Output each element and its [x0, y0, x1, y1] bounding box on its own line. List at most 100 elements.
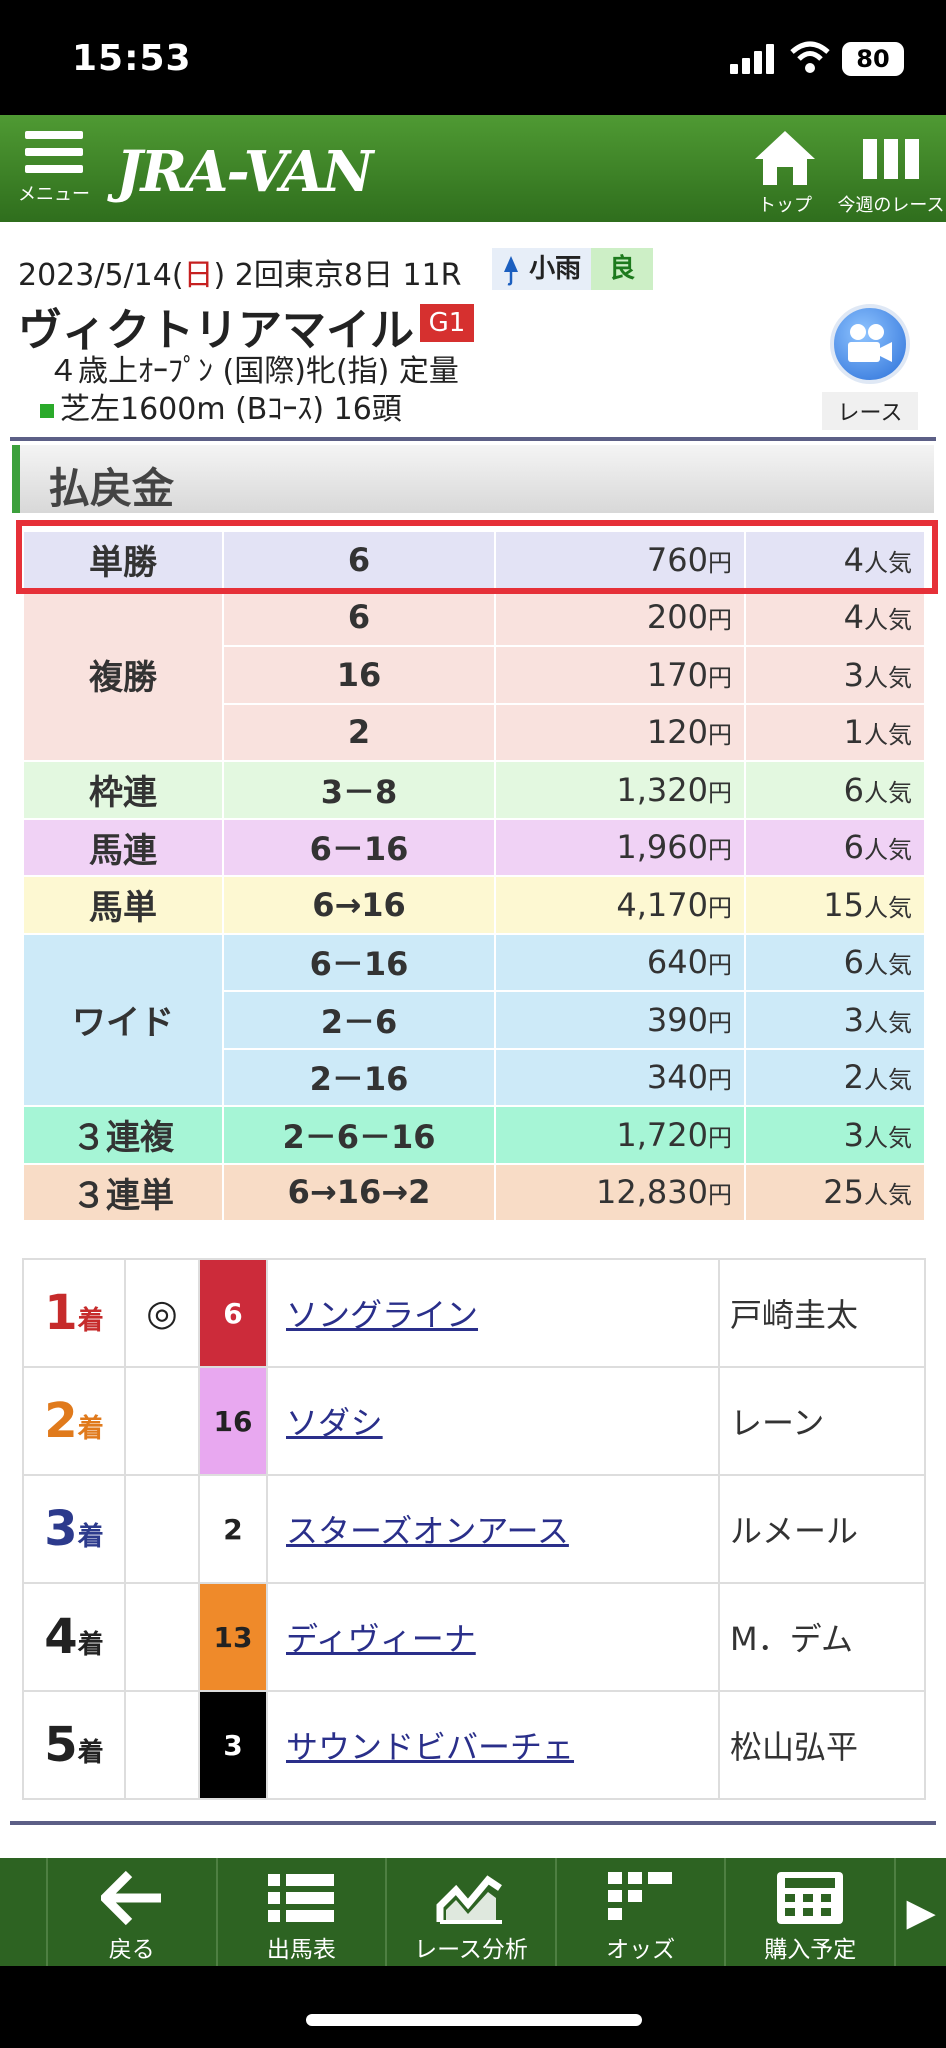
- payout-amount-value: 640: [646, 943, 708, 982]
- grade-badge: G1: [420, 304, 474, 342]
- prediction-mark: [124, 1582, 200, 1692]
- result-row: 3着 2 スターズオンアース ルメール: [22, 1474, 926, 1584]
- nav-entries-label: 出馬表: [266, 1937, 336, 1963]
- top-label: トップ: [758, 195, 812, 216]
- finish-suffix: 着: [77, 1522, 104, 1552]
- nav-analysis-label: レース分析: [414, 1937, 528, 1963]
- payout-amount-value: 340: [646, 1058, 708, 1097]
- horse-name-link[interactable]: ソングライン: [286, 1296, 478, 1334]
- payout-amount: 1,720円: [494, 1105, 746, 1165]
- movie-camera-icon: [830, 304, 910, 384]
- finish-position: 5着: [22, 1690, 126, 1800]
- nav-analysis-button[interactable]: レース分析: [387, 1858, 557, 1966]
- payout-row: ３連複 2－6－16 1,720円 3人気: [22, 1105, 926, 1165]
- popularity-value: 15: [823, 885, 864, 924]
- nav-purchase-plan-button[interactable]: 購入予定: [726, 1858, 897, 1966]
- combination: 2－6: [222, 990, 496, 1050]
- status-bar: 15:53 80: [0, 0, 946, 115]
- bottom-divider: [10, 1821, 936, 1825]
- horse-name-link[interactable]: ディヴィーナ: [286, 1620, 476, 1658]
- popularity-suffix: 人気: [864, 548, 912, 577]
- popularity-value: 3: [843, 655, 864, 694]
- popularity-suffix: 人気: [864, 1181, 912, 1210]
- wifi-icon: [790, 41, 830, 73]
- combination: 16: [222, 645, 496, 705]
- bet-type: 単勝: [22, 530, 224, 590]
- popularity: 1人気: [744, 702, 926, 762]
- payout-amount: 760円: [494, 530, 746, 590]
- jockey-name: 戸崎圭太: [718, 1258, 926, 1368]
- home-indicator-area: [0, 1966, 946, 2048]
- yen-unit: 円: [708, 1181, 732, 1210]
- payout-title: 払戻金: [48, 464, 175, 513]
- results-table: 1着 ◎ 6 ソングライン 戸崎圭太 2着 16 ソダシ レーン 3着 2 スターズオンアース ルメール…: [22, 1258, 926, 1800]
- finish-position: 1着: [22, 1258, 126, 1368]
- popularity-value: 4: [843, 540, 864, 579]
- umbrella-icon: [504, 255, 518, 285]
- popularity: 15人気: [744, 875, 926, 935]
- horse-number: 3: [198, 1690, 268, 1800]
- nav-odds-button[interactable]: オッズ: [557, 1858, 727, 1966]
- horse-number: 16: [198, 1366, 268, 1476]
- horse-name-cell: ソダシ: [266, 1366, 720, 1476]
- popularity-suffix: 人気: [864, 893, 912, 922]
- finish-position-number: 5: [44, 1717, 78, 1773]
- this-week-label: 今週のレース: [837, 195, 945, 216]
- section-divider: [10, 437, 936, 441]
- nav-entries-button[interactable]: 出馬表: [218, 1858, 388, 1966]
- top-button[interactable]: トップ: [748, 129, 822, 217]
- chart-icon: [436, 1875, 502, 1924]
- payout-row: 複勝 6 200円 4人気: [22, 587, 926, 762]
- finish-suffix: 着: [77, 1414, 104, 1444]
- horse-number: 6: [198, 1258, 268, 1368]
- menu-button[interactable]: メニュー: [16, 131, 92, 215]
- popularity-suffix: 人気: [864, 606, 912, 635]
- yen-unit: 円: [708, 1123, 732, 1152]
- home-icon: [755, 131, 815, 185]
- payout-row: 馬連 6－16 1,960円 6人気: [22, 817, 926, 877]
- horse-name-link[interactable]: サウンドビバーチェ: [286, 1728, 574, 1766]
- horse-name-link[interactable]: スターズオンアース: [286, 1512, 569, 1550]
- horse-number: 13: [198, 1582, 268, 1692]
- nav-back-button[interactable]: 戻る: [48, 1858, 218, 1966]
- this-week-races-button[interactable]: 今週のレース: [836, 129, 946, 217]
- jra-van-logo[interactable]: JRA-VAN: [116, 139, 373, 205]
- going-text: 良: [591, 248, 654, 290]
- bet-type: ３連単: [22, 1162, 224, 1222]
- popularity-suffix: 人気: [864, 1123, 912, 1152]
- home-indicator: [306, 2014, 642, 2026]
- race-video-button[interactable]: レース: [822, 304, 918, 430]
- payout-amount-value: 170: [646, 655, 708, 694]
- payout-row: 枠連 3－8 1,320円 6人気: [22, 760, 926, 820]
- payout-amount-value: 760: [646, 540, 708, 579]
- popularity-suffix: 人気: [864, 721, 912, 750]
- result-row: 5着 3 サウンドビバーチェ 松山弘平: [22, 1690, 926, 1800]
- prediction-mark: [124, 1474, 200, 1584]
- popularity-suffix: 人気: [864, 836, 912, 865]
- columns-icon: [863, 139, 919, 179]
- popularity: 25人気: [744, 1162, 926, 1222]
- bottom-nav: 戻る 出馬表 レース分析 オッズ 購入予定 ▶: [0, 1858, 946, 1966]
- payout-amount-value: 120: [646, 713, 708, 752]
- combination: 6: [222, 587, 496, 647]
- popularity-suffix: 人気: [864, 951, 912, 980]
- horse-name-link[interactable]: ソダシ: [286, 1404, 383, 1442]
- horse-name-cell: サウンドビバーチェ: [266, 1690, 720, 1800]
- race-date-line: 2023/5/14(日) 2回東京8日 11R: [18, 250, 462, 294]
- jockey-name: 松山弘平: [718, 1690, 926, 1800]
- popularity-value: 6: [843, 828, 864, 867]
- jockey-name: M．デム: [718, 1582, 926, 1692]
- bet-type: ワイド: [22, 932, 224, 1107]
- popularity: 3人気: [744, 990, 926, 1050]
- hamburger-icon: [16, 131, 92, 173]
- popularity-value: 6: [843, 770, 864, 809]
- payout-amount-value: 4,170: [616, 885, 708, 924]
- popularity-value: 4: [843, 598, 864, 637]
- payout-amount: 1,960円: [494, 817, 746, 877]
- payout-amount-value: 390: [646, 1000, 708, 1039]
- payout-amount: 390円: [494, 990, 746, 1050]
- finish-position: 3着: [22, 1474, 126, 1584]
- payout-row: ３連単 6→16→2 12,830円 25人気: [22, 1162, 926, 1222]
- nav-scroll-right-icon[interactable]: ▶: [896, 1858, 946, 1966]
- payout-row: 馬単 6→16 4,170円 15人気: [22, 875, 926, 935]
